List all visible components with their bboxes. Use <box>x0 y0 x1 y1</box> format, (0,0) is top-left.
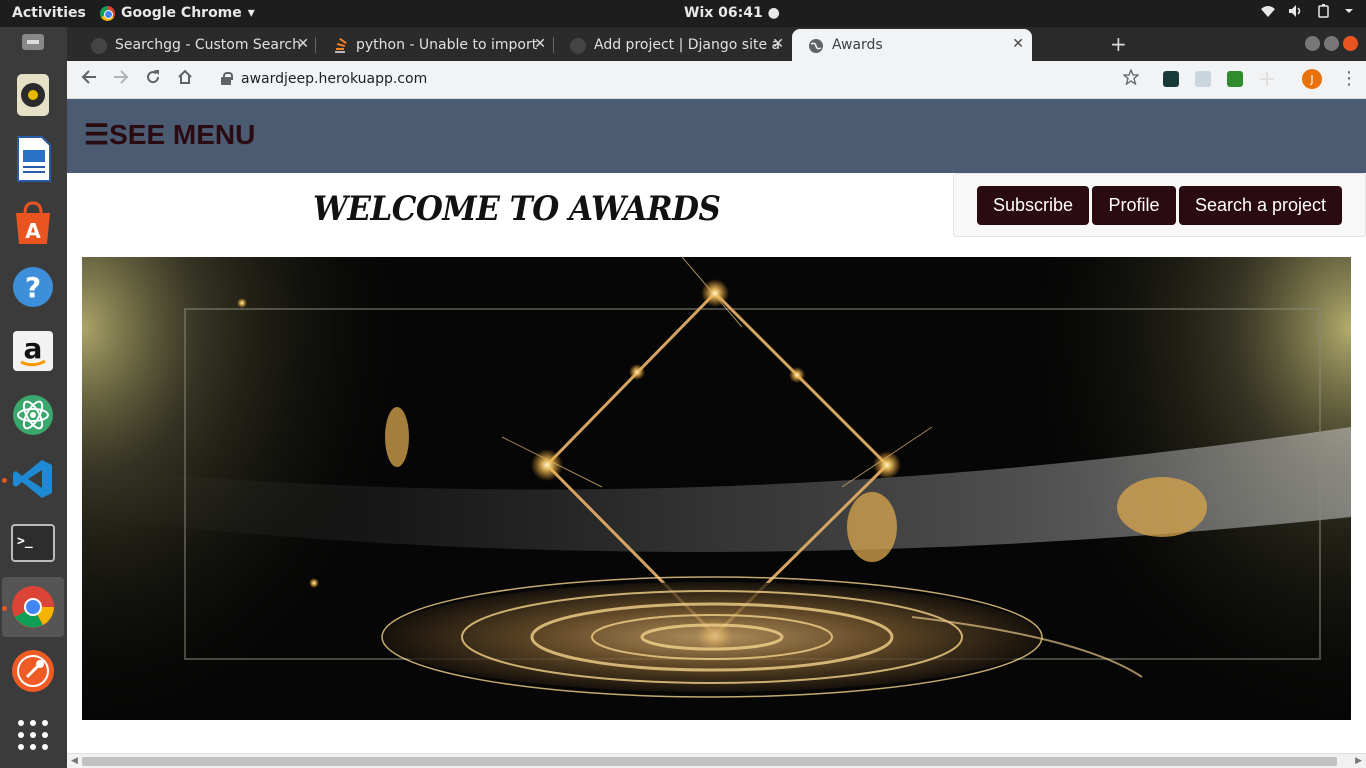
reload-icon[interactable] <box>145 69 161 90</box>
show-apps-icon[interactable] <box>9 711 57 759</box>
back-icon[interactable] <box>81 69 97 90</box>
scroll-right-icon[interactable]: ▶ <box>1355 756 1362 766</box>
dock: A ? a >_ <box>0 27 67 768</box>
see-menu-button[interactable]: ☰SEE MENU <box>84 118 255 151</box>
chevron-down-icon <box>1344 4 1354 22</box>
new-tab-button[interactable]: + <box>1110 32 1127 56</box>
amazon-icon[interactable]: a <box>9 327 57 375</box>
rhythmbox-icon[interactable] <box>9 71 57 119</box>
hero-banner-image <box>82 257 1351 720</box>
running-indicator <box>2 478 7 483</box>
close-icon[interactable]: ✕ <box>297 36 309 52</box>
home-icon[interactable] <box>177 69 193 90</box>
globe-icon <box>91 38 107 54</box>
close-icon[interactable]: ✕ <box>534 36 546 52</box>
stackoverflow-icon <box>332 37 348 54</box>
minimize-icon[interactable] <box>1305 36 1320 51</box>
system-top-bar: Activities Google Chrome ▾ Wix 06:41 ● <box>0 0 1366 27</box>
globe-icon <box>570 38 586 54</box>
help-icon[interactable]: ? <box>9 263 57 311</box>
site-navbar: ☰SEE MENU <box>67 99 1366 173</box>
page-title: WELCOME TO AWARDS <box>313 189 721 229</box>
chevron-down-icon: ▾ <box>247 5 255 21</box>
tab-title: Add project | Django site a <box>594 37 781 53</box>
app-menu[interactable]: Google Chrome ▾ <box>100 5 255 21</box>
tab-stackoverflow[interactable]: python - Unable to import ✕ <box>316 29 554 61</box>
svg-text:>_: >_ <box>17 534 33 549</box>
web-page: ☰SEE MENU WELCOME TO AWARDS Subscribe Pr… <box>67 99 1366 768</box>
tab-django-admin[interactable]: Add project | Django site a ✕ <box>554 29 792 61</box>
tab-awards[interactable]: Awards ✕ <box>792 29 1032 61</box>
tab-title: Searchgg - Custom Search <box>115 37 302 53</box>
vscode-icon[interactable] <box>9 455 57 503</box>
postman-icon[interactable] <box>9 647 57 695</box>
close-icon[interactable]: ✕ <box>1012 36 1024 52</box>
volume-icon <box>1288 4 1304 22</box>
system-tray[interactable] <box>1260 4 1354 22</box>
svg-text:?: ? <box>25 271 41 304</box>
more-menu-icon[interactable]: ⋮ <box>1340 68 1358 89</box>
chrome-dock-icon[interactable] <box>9 583 57 631</box>
subscribe-button[interactable]: Subscribe <box>977 186 1089 225</box>
tab-title: Awards <box>832 37 883 53</box>
activities-button[interactable]: Activities <box>12 5 86 21</box>
software-center-icon[interactable]: A <box>9 199 57 247</box>
extension-icon[interactable] <box>1227 71 1243 87</box>
extension-icon[interactable] <box>1163 71 1179 87</box>
browser-toolbar: awardjeep.herokuapp.com J ⋮ <box>67 61 1366 99</box>
award-stage-illustration <box>82 257 1351 720</box>
profile-avatar[interactable]: J <box>1302 69 1322 89</box>
chrome-icon <box>100 5 115 21</box>
running-indicator <box>2 606 7 611</box>
horizontal-scrollbar[interactable]: ◀ ▶ <box>67 753 1366 768</box>
search-project-button[interactable]: Search a project <box>1179 186 1342 225</box>
close-window-icon[interactable] <box>1343 36 1358 51</box>
tab-title: python - Unable to import <box>356 37 538 53</box>
clock[interactable]: Wix 06:41 ● <box>684 5 780 21</box>
battery-icon <box>1316 4 1332 22</box>
tab-searchgg[interactable]: Searchgg - Custom Search ✕ <box>75 29 317 61</box>
extension-plus-icon[interactable] <box>1259 71 1275 87</box>
svg-text:a: a <box>24 332 43 365</box>
close-icon[interactable]: ✕ <box>772 36 784 52</box>
lock-icon[interactable] <box>221 72 233 85</box>
svg-text:A: A <box>25 219 41 243</box>
window-controls <box>1305 36 1358 51</box>
terminal-icon[interactable]: >_ <box>9 519 57 567</box>
maximize-icon[interactable] <box>1324 36 1339 51</box>
forward-icon[interactable] <box>113 69 129 90</box>
url-text: awardjeep.herokuapp.com <box>241 71 428 87</box>
action-button-panel: Subscribe Profile Search a project <box>953 173 1366 237</box>
tab-strip: Searchgg - Custom Search ✕ python - Unab… <box>67 27 1366 61</box>
bookmark-star-icon[interactable] <box>1122 68 1140 90</box>
address-bar[interactable]: awardjeep.herokuapp.com <box>211 65 1221 95</box>
scrollbar-thumb[interactable] <box>82 757 1337 766</box>
profile-button[interactable]: Profile <box>1092 186 1176 225</box>
writer-icon[interactable] <box>9 135 57 183</box>
extension-icon[interactable] <box>1195 71 1211 87</box>
app-menu-label: Google Chrome <box>121 5 242 21</box>
atom-icon[interactable] <box>9 391 57 439</box>
dock-drive-icon[interactable] <box>9 29 57 55</box>
scroll-left-icon[interactable]: ◀ <box>71 756 78 766</box>
wifi-icon <box>1260 4 1276 22</box>
globe-icon <box>808 38 824 54</box>
